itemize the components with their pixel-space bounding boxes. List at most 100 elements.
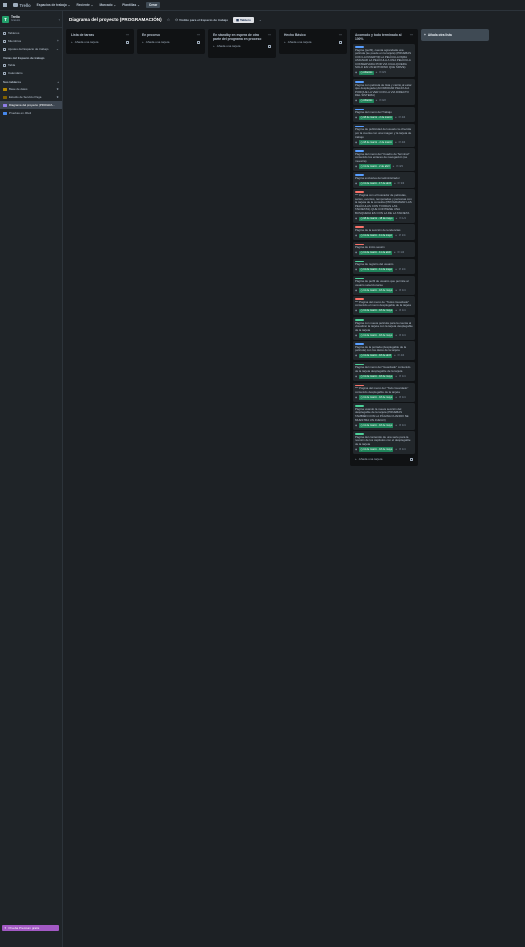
premium-trial-button[interactable]: ✦ Prueba Premium gratis xyxy=(2,925,59,931)
card[interactable]: Página de la portada (desplegable de la … xyxy=(353,341,415,361)
sidebar-item-settings[interactable]: Ajustes del Espacio de trabajo ⌄ xyxy=(0,45,62,53)
template-icon[interactable] xyxy=(410,457,413,461)
more-icon[interactable]: ··· xyxy=(268,33,271,37)
due-date-badge[interactable]: ◷ 11 de marzo - 11 de abril xyxy=(359,250,392,256)
card[interactable]: *** Página con el buscador de películas,… xyxy=(353,189,415,223)
card-badges: ◉ ◷ 11 de marzo - 11 de mayo ≡ ☑ 1/4 xyxy=(355,233,413,238)
sidebar-board[interactable]: Estudio de Servicio Paga ★ xyxy=(0,93,62,101)
template-icon[interactable] xyxy=(339,40,342,44)
card[interactable]: Página de inicio sesión ◉ ◷ 11 de marzo - 1… xyxy=(353,241,415,258)
nav-starred[interactable]: Marcado ⌄ xyxy=(99,3,116,7)
card[interactable]: Página del menú del "Guardado" contenido… xyxy=(353,361,415,381)
sparkle-icon: ✦ xyxy=(4,926,7,930)
template-icon[interactable] xyxy=(268,44,271,48)
add-card-button[interactable]: + Añada una tarjeta xyxy=(140,38,202,46)
watch-icon: ◉ xyxy=(355,234,358,238)
card[interactable]: Página de la sección de tendencias ◉ ◷ 11 d… xyxy=(353,224,415,240)
sidebar-board[interactable]: Pruebas en JDeli xyxy=(0,109,62,117)
due-date-badge[interactable]: ◷ 11 de marzo - 11 de mayo xyxy=(359,267,394,273)
board-header: Diagrama del proyecto (PROGRAMACIÓN) ☆ ⚇… xyxy=(63,11,525,28)
card[interactable]: Página usando la nueva sección del despl… xyxy=(353,403,415,430)
checklist-count: 1/4 xyxy=(400,251,405,255)
collapse-sidebar-icon[interactable]: ‹ xyxy=(59,17,60,22)
sidebar-board-label: Diagrama del proyecto (PROGRA... xyxy=(9,103,55,107)
sidebar-item-table[interactable]: Tabla xyxy=(0,61,62,69)
sidebar-item-calendar[interactable]: Calendario xyxy=(0,69,62,77)
card[interactable]: Página exclusiva del administrador ◉ ◷ 11 d… xyxy=(353,172,415,188)
card[interactable]: Página del contenido de una serie para l… xyxy=(353,431,415,454)
sidebar-board[interactable]: Base de datos ★ xyxy=(0,85,62,93)
sidebar-board-active[interactable]: Diagrama del proyecto (PROGRA... xyxy=(0,101,62,109)
board-title[interactable]: Diagrama del proyecto (PROGRAMACIÓN) xyxy=(69,17,162,22)
add-card-button[interactable]: + Añada una tarjeta xyxy=(211,42,273,50)
app-switcher-icon[interactable] xyxy=(3,3,7,7)
card[interactable]: Página de registro del usuario ◉ ◷ 11 de ma… xyxy=(353,258,415,275)
add-card-button[interactable]: + Añada una tarjeta xyxy=(69,38,131,46)
due-date-badge[interactable]: ◷ 11 de marzo - 18 de mayo xyxy=(359,288,394,293)
watch-icon: ◉ xyxy=(355,447,358,451)
nav-starred-label: Marcado xyxy=(99,3,113,7)
due-date-badge[interactable]: ◷ 11 de marzo - 17 de abril xyxy=(359,181,393,186)
due-date-badge[interactable]: ◷ 11 de marzo - 18 de mayo xyxy=(359,395,394,400)
due-date-badge[interactable]: ◷ 11 de marzo - 18 de mayo xyxy=(359,309,394,314)
sidebar-item-label: Miembros xyxy=(8,39,22,43)
add-card-button[interactable]: + Añada una tarjeta xyxy=(353,455,415,463)
sidebar-item-members[interactable]: Miembros + xyxy=(0,37,62,45)
nav-recent[interactable]: Reciente ⌄ xyxy=(76,3,93,7)
more-icon[interactable]: ··· xyxy=(339,33,342,37)
watch-icon: ◉ xyxy=(355,423,358,427)
chevron-down-icon: ⌄ xyxy=(113,3,117,7)
list-header[interactable]: Acomodo y todo terminado al 100% ··· xyxy=(353,32,415,42)
card[interactable]: Página con película de lista y carrito a… xyxy=(353,78,415,106)
workspace-avatar[interactable]: T xyxy=(2,15,9,23)
list-title: Hecho Básico xyxy=(284,33,306,37)
nav-templates[interactable]: Plantillas ⌄ xyxy=(122,3,140,7)
star-icon[interactable]: ★ xyxy=(56,95,59,99)
more-icon[interactable]: ··· xyxy=(410,33,413,37)
more-icon[interactable]: ··· xyxy=(126,33,129,37)
due-date-badge[interactable]: ◷ 18 de marzo - 2 de marzo xyxy=(359,115,394,121)
premium-label: Prueba Premium gratis xyxy=(8,926,40,930)
board-view-tab[interactable]: ▦ Tablero xyxy=(233,16,254,23)
star-icon[interactable]: ★ xyxy=(56,87,59,91)
due-date-badge[interactable]: ◷ 18 de marzo - 18 de mayo xyxy=(359,216,394,221)
card[interactable]: Página del menú del Trabajo ◉ ◷ 18 de marzo… xyxy=(353,106,415,123)
trello-logo[interactable]: Trello xyxy=(13,3,31,8)
card[interactable]: *** Página del menú de "Todos Guardado" … xyxy=(353,296,415,316)
watch-icon: ◉ xyxy=(355,99,358,103)
due-date-badge[interactable]: ◷ 11 de marzo - 18 de abril xyxy=(359,353,393,359)
card[interactable]: Página de publicidad del usuario la ofre… xyxy=(353,123,415,147)
due-date-badge[interactable]: ◷ Abiertos xyxy=(359,71,374,76)
star-icon[interactable]: ☆ xyxy=(167,17,171,22)
due-date-badge[interactable]: ◷ 18 de marzo - 2 de marzo xyxy=(359,140,394,145)
due-date-badge[interactable]: ◷ 11 de marzo - 18 de mayo xyxy=(359,447,394,452)
card[interactable]: *** Página del menú del "Todo Guardado" … xyxy=(353,382,415,402)
due-date-badge[interactable]: ◷ 11 de marzo - 2 de abril xyxy=(359,164,391,169)
due-date-badge[interactable]: ◷ 11 de marzo - 11 de mayo xyxy=(359,233,394,238)
add-member-icon[interactable]: + xyxy=(57,39,59,43)
sidebar-item-boards[interactable]: Tableros xyxy=(0,29,62,37)
due-date-badge[interactable]: ◷ 11 de marzo - 18 de mayo xyxy=(359,333,394,338)
chevron-down-icon[interactable]: ⌄ xyxy=(259,18,262,22)
due-date-badge[interactable]: ◷ 11 de marzo - 18 de mayo xyxy=(359,374,394,379)
app-name: Trello xyxy=(19,2,31,8)
list-header[interactable]: En standby en espera de otra parte del p… xyxy=(211,32,273,42)
more-icon[interactable]: ··· xyxy=(197,33,200,37)
card[interactable]: Página de perfil de usuario que permite … xyxy=(353,275,415,295)
template-icon[interactable] xyxy=(126,40,129,44)
template-icon[interactable] xyxy=(197,40,200,44)
card[interactable]: Página con nueva película para la cuenta… xyxy=(353,316,415,340)
nav-workspaces[interactable]: Espacios de trabajo ⌄ xyxy=(37,3,71,7)
card[interactable]: Página del menú del "Cuadro de Terminal"… xyxy=(353,148,415,171)
card[interactable]: Página (perfil), cuenta agrandada una pe… xyxy=(353,43,415,78)
card-badges: ◉ ◷ 18 de marzo - 2 de marzo ≡ ☑ 4/4 xyxy=(355,115,413,121)
description-icon: ≡ xyxy=(395,140,397,144)
add-list-button[interactable]: + Añada otra lista xyxy=(421,29,489,41)
due-date-badge[interactable]: ◷ Abiertos xyxy=(359,98,374,104)
visibility-button[interactable]: ⚇ Visible para el Espacio de trabajo xyxy=(175,18,228,22)
add-card-button[interactable]: + Añada una tarjeta xyxy=(282,38,344,46)
create-button[interactable]: Crear xyxy=(145,2,161,8)
due-date-badge[interactable]: ◷ 11 de marzo - 18 de mayo xyxy=(359,423,394,428)
card-badges: ◉ ◷ 11 de marzo - 11 de abril ≡ ☑ 1/4 xyxy=(355,250,413,256)
add-board-icon[interactable]: + xyxy=(57,80,59,84)
